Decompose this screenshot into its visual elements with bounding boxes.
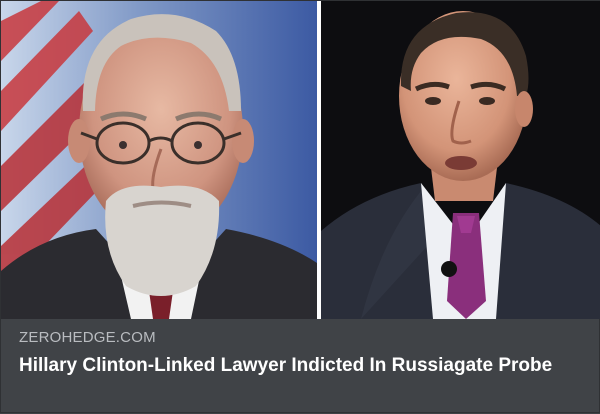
article-headline[interactable]: Hillary Clinton-Linked Lawyer Indicted I… (19, 353, 559, 378)
left-portrait-photo (1, 1, 317, 319)
right-portrait-photo (321, 1, 600, 319)
article-meta: ZEROHEDGE.COM Hillary Clinton-Linked Law… (1, 319, 600, 414)
link-preview-card[interactable]: ZEROHEDGE.COM Hillary Clinton-Linked Law… (0, 0, 600, 413)
source-domain: ZEROHEDGE.COM (19, 329, 156, 346)
preview-image[interactable] (1, 1, 600, 319)
